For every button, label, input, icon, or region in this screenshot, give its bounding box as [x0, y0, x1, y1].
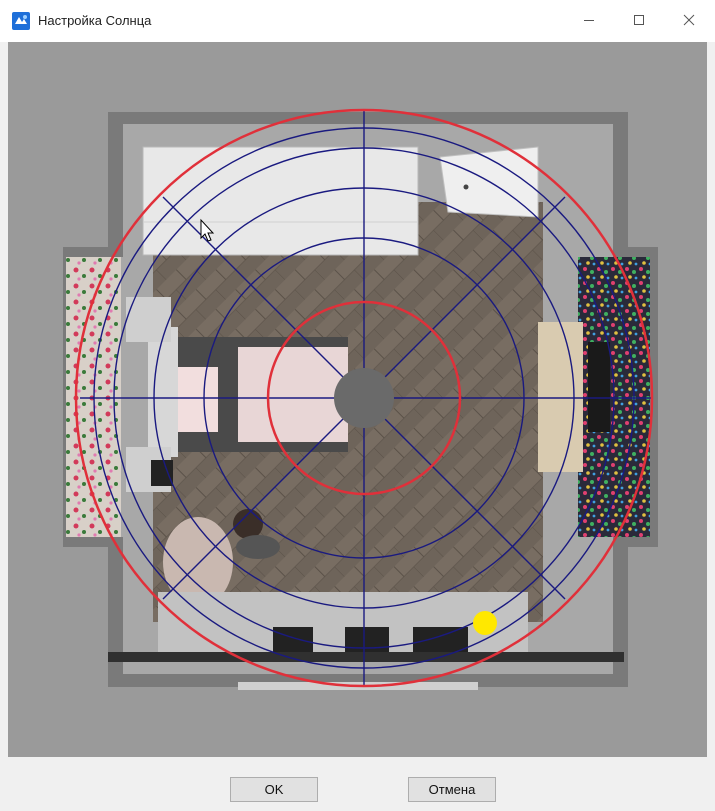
minimize-icon [584, 20, 594, 21]
window-title: Настройка Солнца [38, 13, 152, 28]
app-logo-icon [12, 12, 30, 30]
room-top-view [63, 108, 658, 690]
dialog-footer: OK Отмена [0, 757, 715, 811]
cancel-button[interactable]: Отмена [408, 777, 496, 802]
sun-handle[interactable] [473, 611, 497, 635]
title-bar[interactable]: Настройка Солнца [0, 0, 715, 42]
zenith-marker [334, 368, 394, 428]
ok-button[interactable]: OK [230, 777, 318, 802]
sun-position-canvas[interactable] [8, 42, 707, 757]
maximize-button[interactable] [616, 0, 662, 40]
close-button[interactable] [666, 0, 712, 40]
close-icon [683, 14, 695, 26]
minimize-button[interactable] [566, 0, 612, 40]
maximize-icon [634, 15, 644, 25]
sun-settings-window: Настройка Солнца OK Отмена [0, 0, 715, 811]
